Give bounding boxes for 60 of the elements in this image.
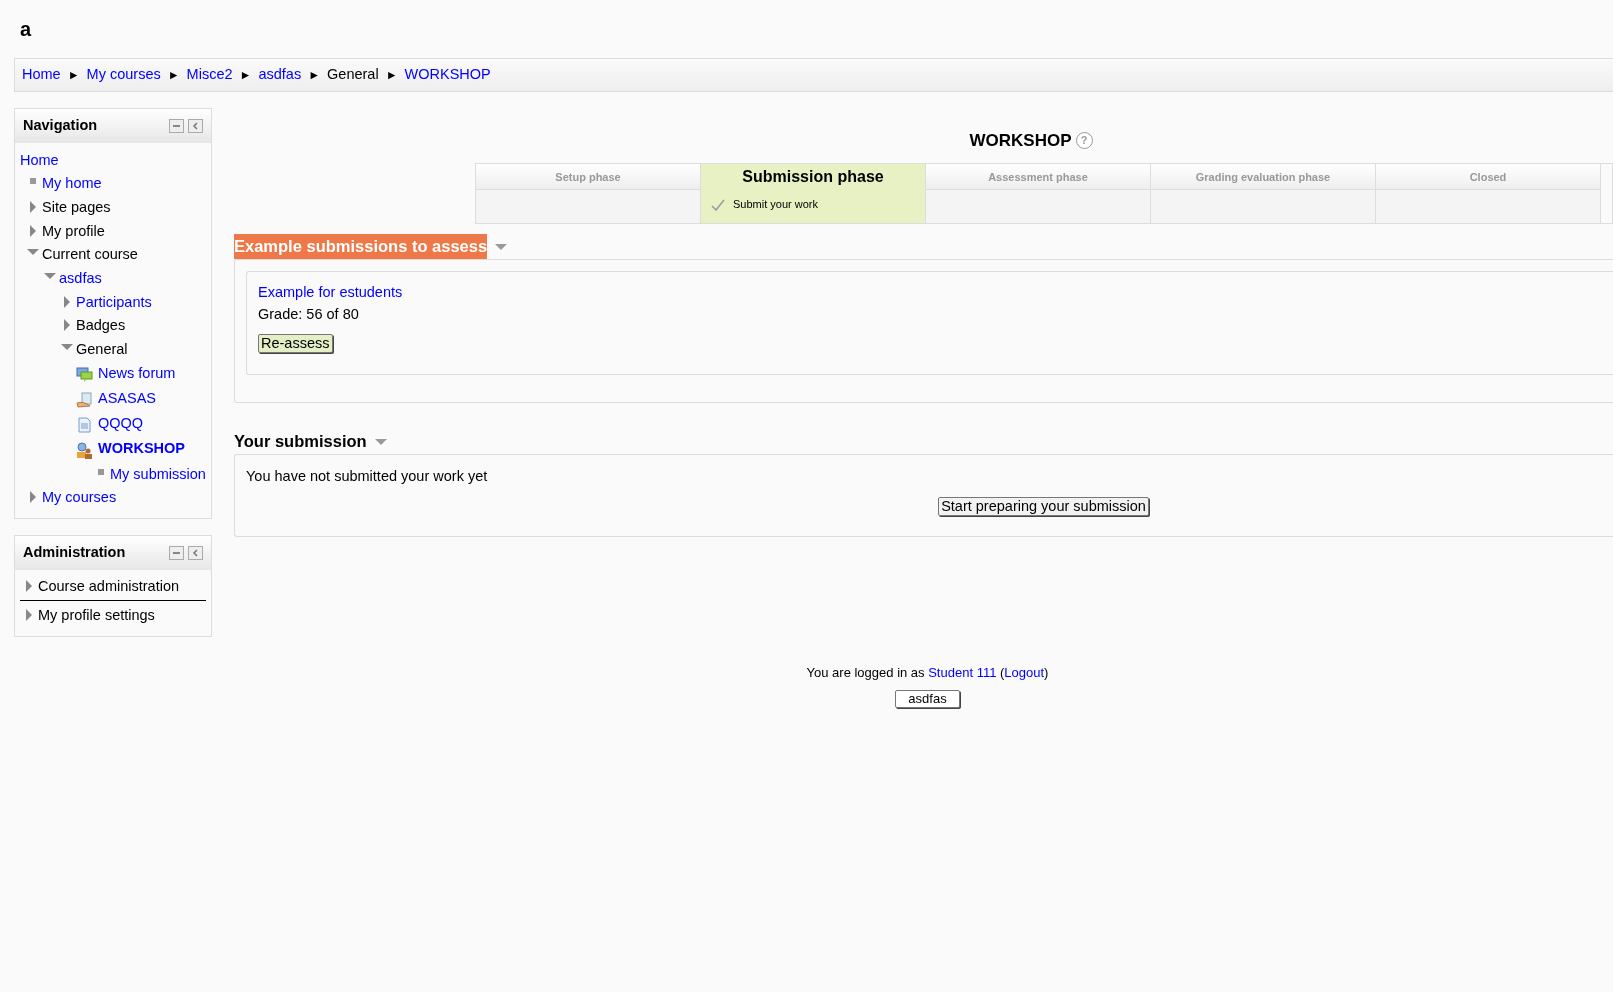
- section-title[interactable]: Your submission: [234, 429, 367, 454]
- nav-text: Site pages: [42, 198, 111, 216]
- grade-text: Grade: 56 of 80: [258, 304, 360, 324]
- nav-link[interactable]: My home: [42, 175, 102, 192]
- page-title: WORKSHOP: [969, 129, 1072, 152]
- breadcrumb-separator: ►: [308, 68, 321, 82]
- phase-title: Setup phase: [476, 164, 700, 191]
- start-submission-button[interactable]: Start preparing your submission: [938, 496, 1149, 517]
- breadcrumb-separator: ►: [239, 68, 252, 82]
- phase-title: Grading evaluation phase: [1151, 164, 1375, 191]
- breadcrumb-link[interactable]: My courses: [86, 66, 161, 82]
- login-info-link[interactable]: Logout: [1004, 665, 1045, 680]
- minimize-icon: [169, 118, 184, 133]
- home-button[interactable]: asdfas: [895, 690, 960, 709]
- minimize-icon: [169, 545, 184, 560]
- dock-icon: [188, 118, 203, 133]
- submission-message: You have not submitted your work yet: [246, 467, 489, 486]
- collapse-arrow-icon: [495, 242, 508, 251]
- dock-icon: [188, 545, 203, 560]
- nav-link[interactable]: ASASAS: [98, 389, 157, 407]
- breadcrumb-link[interactable]: WORKSHOP: [404, 66, 491, 82]
- breadcrumb-separator: ►: [167, 68, 180, 82]
- bullet-icon: [97, 467, 105, 476]
- nav-text: My profile: [42, 222, 105, 240]
- login-info-text: You are logged in as Student 111 (Logout): [805, 664, 1050, 682]
- nav-link[interactable]: Home: [20, 151, 59, 169]
- nav-link[interactable]: My submission: [110, 465, 206, 483]
- nav-text: Course administration: [38, 577, 180, 595]
- breadcrumb-link[interactable]: asdfas: [258, 66, 302, 82]
- nav-text: Current course: [42, 246, 138, 263]
- site-title: a: [20, 17, 32, 42]
- document-icon: [76, 416, 92, 433]
- people-icon: [75, 441, 93, 459]
- phase-title: Assessment phase: [926, 164, 1150, 191]
- phase-title: Closed: [1376, 164, 1600, 191]
- hand-document-icon: [75, 391, 93, 408]
- breadcrumb-link[interactable]: Home: [22, 66, 61, 82]
- collapse-arrow-icon: [374, 437, 387, 446]
- breadcrumb-link[interactable]: Misce2: [186, 66, 233, 82]
- breadcrumb-separator: ►: [67, 68, 80, 82]
- nav-link[interactable]: Participants: [76, 293, 152, 311]
- block-title: Administration: [23, 542, 126, 562]
- bullet-icon: [29, 177, 37, 186]
- nav-text: General: [76, 340, 128, 358]
- nav-text: Badges: [76, 317, 126, 334]
- nav-link[interactable]: News forum: [98, 364, 176, 382]
- block-title: Navigation: [23, 115, 98, 135]
- task-text: Submit your work: [733, 197, 818, 213]
- reassess-button[interactable]: Re-assess: [258, 333, 333, 353]
- breadcrumb-text: General: [327, 66, 379, 82]
- nav-link[interactable]: QQQQ: [98, 414, 144, 432]
- nav-text: My profile settings: [38, 607, 155, 624]
- chat-bubbles-icon: [75, 366, 93, 383]
- check-icon: [711, 198, 725, 211]
- nav-link[interactable]: asdfas: [59, 269, 102, 287]
- breadcrumb-separator: ►: [385, 68, 398, 82]
- nav-link[interactable]: WORKSHOP: [98, 439, 185, 457]
- nav-link[interactable]: My courses: [42, 489, 117, 506]
- login-info-link[interactable]: Student 111: [928, 665, 997, 680]
- example-link[interactable]: Example for estudents: [258, 282, 1602, 304]
